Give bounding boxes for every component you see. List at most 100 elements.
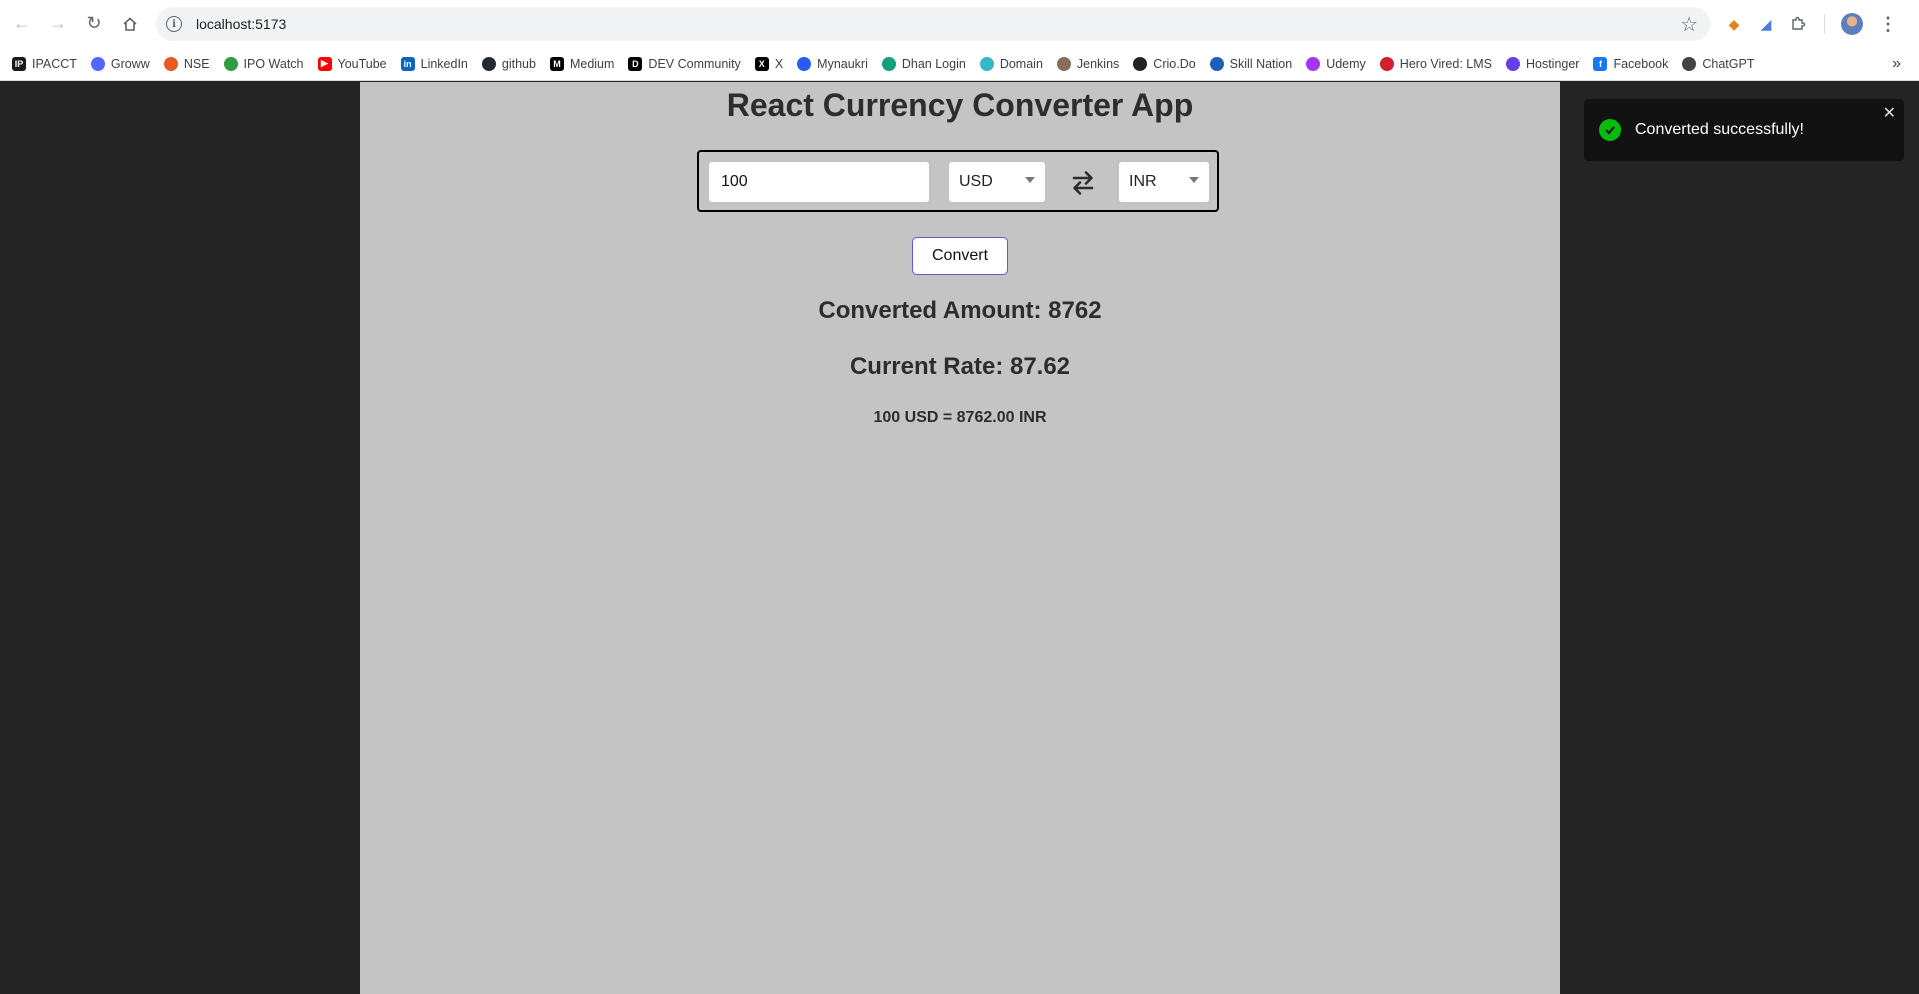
bookmark-item[interactable]: IPO Watch bbox=[223, 56, 304, 71]
bookmark-item[interactable]: ChatGPT bbox=[1682, 56, 1755, 71]
hostinger-icon bbox=[1505, 56, 1520, 71]
bookmark-label: Domain bbox=[999, 56, 1043, 71]
mynaukri-icon bbox=[797, 56, 812, 71]
dhan-icon bbox=[881, 56, 896, 71]
bookmark-label: X bbox=[774, 56, 784, 71]
groww-icon bbox=[90, 56, 105, 71]
hero-vired-icon bbox=[1379, 56, 1394, 71]
bookmark-label: ChatGPT bbox=[1702, 56, 1755, 71]
converter-form: USD INR bbox=[697, 150, 1219, 212]
home-icon[interactable] bbox=[112, 6, 148, 42]
bookmark-label: IPO Watch bbox=[243, 56, 304, 71]
toolbar-divider bbox=[1824, 14, 1825, 34]
bookmark-item[interactable]: IP IPACCT bbox=[12, 56, 77, 71]
ipo-watch-icon bbox=[223, 56, 238, 71]
bookmark-item[interactable]: in LinkedIn bbox=[400, 56, 468, 71]
bookmark-item[interactable]: Mynaukri bbox=[797, 56, 868, 71]
extensions-puzzle-icon[interactable] bbox=[1788, 14, 1808, 34]
bookmark-label: Mynaukri bbox=[817, 56, 868, 71]
crio-icon bbox=[1133, 56, 1148, 71]
bookmark-label: Dhan Login bbox=[901, 56, 966, 71]
udemy-icon bbox=[1306, 56, 1321, 71]
bookmark-item[interactable]: M Medium bbox=[549, 56, 615, 71]
back-arrow-icon[interactable]: ← bbox=[4, 6, 40, 42]
chevron-down-icon bbox=[1025, 177, 1035, 183]
success-toast: Converted successfully! ✕ bbox=[1584, 99, 1904, 161]
checkmark-icon bbox=[1599, 119, 1621, 141]
extension-icon[interactable]: ◢ bbox=[1756, 14, 1776, 34]
bookmark-item[interactable]: Udemy bbox=[1306, 56, 1366, 71]
github-icon bbox=[481, 56, 496, 71]
bookmarks-bar: IP IPACCT Groww NSE IPO Watch ▶ YouTube in Linke… bbox=[0, 47, 1919, 81]
page-title: React Currency Converter App bbox=[726, 87, 1194, 123]
bookmark-item[interactable]: f Facebook bbox=[1593, 56, 1669, 71]
to-currency-value: INR bbox=[1129, 173, 1157, 190]
bookmark-item[interactable]: Hostinger bbox=[1505, 56, 1580, 71]
linkedin-icon: in bbox=[400, 56, 415, 71]
bookmarks-overflow-icon[interactable]: » bbox=[1892, 55, 1901, 73]
skill-nation-icon bbox=[1209, 56, 1224, 71]
x-icon: X bbox=[754, 56, 769, 71]
metamask-extension-icon[interactable]: ◆ bbox=[1724, 14, 1744, 34]
bookmark-label: YouTube bbox=[337, 56, 387, 71]
bookmark-item[interactable]: Crio.Do bbox=[1133, 56, 1196, 71]
dev-community-icon: D bbox=[628, 56, 643, 71]
bookmark-item[interactable]: D DEV Community bbox=[628, 56, 741, 71]
profile-avatar[interactable] bbox=[1841, 13, 1863, 35]
jenkins-icon bbox=[1056, 56, 1071, 71]
amount-input[interactable] bbox=[709, 162, 929, 202]
nse-icon bbox=[163, 56, 178, 71]
browser-toolbar: ← → ↻ i localhost:5173 ☆ ◆ ◢ ⋮ bbox=[0, 0, 1919, 47]
bookmark-item[interactable]: Groww bbox=[90, 56, 150, 71]
bookmark-label: Medium bbox=[569, 56, 615, 71]
bookmark-label: LinkedIn bbox=[420, 56, 468, 71]
extensions-area: ◆ ◢ ⋮ bbox=[1724, 7, 1897, 41]
bookmark-label: Udemy bbox=[1326, 56, 1366, 71]
to-currency-select[interactable]: INR bbox=[1119, 162, 1209, 202]
bookmark-label: Hostinger bbox=[1525, 56, 1580, 71]
address-bar[interactable]: i localhost:5173 ☆ bbox=[156, 7, 1710, 41]
bookmark-label: Hero Vired: LMS bbox=[1399, 56, 1492, 71]
youtube-icon: ▶ bbox=[317, 56, 332, 71]
bookmark-label: Jenkins bbox=[1076, 56, 1120, 71]
swap-arrows-icon[interactable] bbox=[1070, 169, 1096, 197]
from-currency-value: USD bbox=[959, 173, 993, 190]
forward-arrow-icon[interactable]: → bbox=[40, 6, 76, 42]
bookmark-item[interactable]: Hero Vired: LMS bbox=[1379, 56, 1492, 71]
bookmark-item[interactable]: XX bbox=[754, 56, 784, 71]
chatgpt-icon bbox=[1682, 56, 1697, 71]
bookmark-label: github bbox=[501, 56, 536, 71]
bookmark-item[interactable]: Skill Nation bbox=[1209, 56, 1293, 71]
domain-icon bbox=[979, 56, 994, 71]
site-info-icon[interactable]: i bbox=[166, 16, 182, 32]
toast-message: Converted successfully! bbox=[1635, 121, 1804, 138]
url-text[interactable]: localhost:5173 bbox=[196, 16, 286, 32]
app-page: React Currency Converter App USD INR Con… bbox=[360, 82, 1560, 994]
bookmark-label: Crio.Do bbox=[1153, 56, 1196, 71]
close-icon[interactable]: ✕ bbox=[1883, 103, 1896, 123]
reload-icon[interactable]: ↻ bbox=[76, 6, 112, 42]
converted-amount: Converted Amount: 8762 bbox=[818, 297, 1102, 324]
bookmark-label: Facebook bbox=[1613, 56, 1669, 71]
bookmark-star-icon[interactable]: ☆ bbox=[1680, 12, 1698, 37]
bookmark-item[interactable]: Domain bbox=[979, 56, 1043, 71]
facebook-icon: f bbox=[1593, 56, 1608, 71]
bookmark-label: NSE bbox=[183, 56, 210, 71]
bookmark-item[interactable]: NSE bbox=[163, 56, 210, 71]
bookmark-item[interactable]: Jenkins bbox=[1056, 56, 1120, 71]
from-currency-select[interactable]: USD bbox=[949, 162, 1045, 202]
bookmark-item[interactable]: github bbox=[481, 56, 536, 71]
browser-menu-icon[interactable]: ⋮ bbox=[1879, 14, 1897, 35]
bookmark-item[interactable]: Dhan Login bbox=[881, 56, 966, 71]
current-rate: Current Rate: 87.62 bbox=[849, 353, 1071, 380]
bookmark-label: IPACCT bbox=[32, 56, 77, 71]
bookmark-label: Skill Nation bbox=[1229, 56, 1293, 71]
bookmark-label: Groww bbox=[110, 56, 150, 71]
convert-button[interactable]: Convert bbox=[912, 237, 1008, 275]
bookmark-item[interactable]: ▶ YouTube bbox=[317, 56, 387, 71]
chevron-down-icon bbox=[1189, 177, 1199, 183]
bookmark-label: DEV Community bbox=[648, 56, 741, 71]
conversion-summary: 100 USD = 8762.00 INR bbox=[873, 409, 1047, 426]
ipacct-icon: IP bbox=[12, 56, 26, 71]
medium-icon: M bbox=[549, 56, 564, 71]
